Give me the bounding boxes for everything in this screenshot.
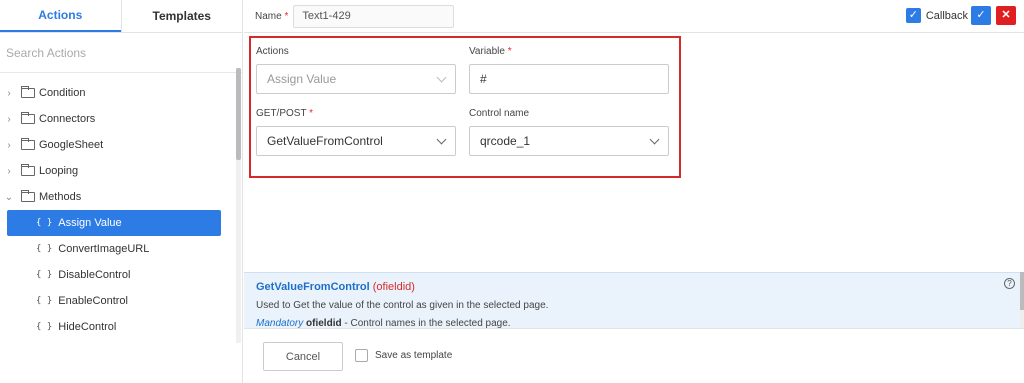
tree-item-label: ConvertImageURL	[58, 243, 150, 255]
code-braces-icon: { }	[36, 296, 53, 306]
code-braces-icon: { }	[36, 322, 53, 332]
search-input[interactable]	[6, 45, 226, 60]
info-scrollbar[interactable]	[1020, 272, 1024, 328]
getpost-select[interactable]: GetValueFromControl	[256, 126, 456, 156]
control-name-label: Control name	[469, 108, 530, 119]
info-method-param: (ofieldid)	[372, 281, 415, 293]
tree-item-disablecontrol[interactable]: { } DisableControl	[0, 262, 236, 288]
tree-item-label: Assign Value	[58, 217, 122, 229]
getpost-label: GET/POST *	[256, 108, 313, 119]
name-label-text: Name	[255, 10, 282, 22]
tree-group-label: Methods	[39, 191, 82, 203]
chevron-down-icon	[436, 134, 447, 145]
required-mark: *	[507, 46, 512, 57]
tree-item-label: HideControl	[58, 321, 117, 333]
save-as-template-toggle[interactable]: Save as template	[355, 349, 452, 362]
chevron-down-icon	[436, 72, 447, 83]
callback-label: Callback	[925, 9, 968, 22]
tree-scrollbar[interactable]	[236, 68, 241, 343]
tree-group-methods[interactable]: ⌄ Methods	[0, 184, 236, 210]
panel-tabs: Actions Templates	[0, 0, 242, 33]
chevron-right-icon: ›	[7, 113, 11, 125]
chevron-right-icon: ›	[7, 139, 11, 151]
tree-group-looping[interactable]: › Looping	[0, 158, 236, 184]
tree-item-convertimageurl[interactable]: { } ConvertImageURL	[0, 236, 236, 262]
tree-group-googlesheet[interactable]: › GoogleSheet	[0, 132, 236, 158]
checkbox-icon[interactable]	[355, 349, 368, 362]
scrollbar-thumb[interactable]	[236, 68, 241, 160]
tree-item-label: DisableControl	[58, 269, 131, 281]
save-as-template-label: Save as template	[375, 350, 453, 361]
footer: Cancel Save as template	[244, 328, 1024, 383]
tree-group-label: Connectors	[39, 113, 96, 125]
code-braces-icon: { }	[36, 270, 53, 280]
folder-icon	[21, 138, 35, 150]
info-method-name: GetValueFromControl	[256, 281, 370, 293]
folder-icon	[21, 112, 35, 124]
code-braces-icon: { }	[36, 244, 53, 254]
top-bar: Name * ✓ Callback ✓ ✕	[244, 0, 1024, 33]
getpost-label-text: GET/POST	[256, 108, 307, 119]
tree-group-label: GoogleSheet	[39, 139, 104, 151]
confirm-button[interactable]: ✓	[971, 6, 991, 25]
required-mark: *	[309, 108, 314, 119]
variable-label-text: Variable	[469, 46, 505, 57]
callback-toggle[interactable]: ✓ Callback	[905, 8, 968, 23]
left-panel: Actions Templates › Condition › Connecto…	[0, 0, 243, 383]
name-input[interactable]	[293, 4, 455, 28]
checkbox-checked-icon[interactable]: ✓	[905, 8, 921, 23]
tab-actions[interactable]: Actions	[0, 0, 121, 32]
action-tree: › Condition › Connectors › GoogleSheet ›…	[0, 80, 236, 340]
chevron-right-icon: ›	[7, 165, 11, 177]
help-icon[interactable]: ?	[1004, 278, 1015, 289]
info-title: GetValueFromControl (ofieldid)	[256, 281, 1020, 293]
help-info-panel: GetValueFromControl (ofieldid) Used to G…	[244, 272, 1020, 329]
chevron-right-icon: ›	[7, 87, 11, 99]
actions-select: Assign Value	[256, 64, 456, 94]
tree-group-label: Looping	[39, 165, 79, 177]
actions-select-value: Assign Value	[267, 72, 337, 86]
info-description: Used to Get the value of the control as …	[256, 300, 549, 311]
search-bar	[0, 33, 242, 73]
code-braces-icon: { }	[36, 218, 53, 228]
name-label: Name *	[255, 11, 288, 22]
scrollbar-thumb[interactable]	[1020, 272, 1024, 310]
folder-icon	[21, 164, 35, 176]
actions-label: Actions	[256, 46, 289, 57]
tree-group-condition[interactable]: › Condition	[0, 80, 236, 106]
chevron-down-icon	[649, 134, 660, 145]
folder-icon	[21, 86, 35, 98]
variable-input[interactable]: #	[469, 64, 669, 94]
highlighted-form-region	[249, 36, 681, 178]
tree-item-enablecontrol[interactable]: { } EnableControl	[0, 288, 236, 314]
chevron-down-icon: ⌄	[4, 191, 14, 203]
control-name-select[interactable]: qrcode_1	[469, 126, 669, 156]
close-button[interactable]: ✕	[996, 6, 1016, 25]
variable-label: Variable *	[469, 46, 512, 57]
variable-input-value: #	[480, 72, 487, 86]
tree-item-hidecontrol[interactable]: { } HideControl	[0, 314, 236, 340]
tab-templates[interactable]: Templates	[120, 0, 243, 32]
cancel-button[interactable]: Cancel	[263, 342, 343, 371]
tree-group-connectors[interactable]: › Connectors	[0, 106, 236, 132]
tree-item-label: EnableControl	[58, 295, 128, 307]
required-mark: *	[284, 10, 289, 22]
control-name-select-value: qrcode_1	[480, 134, 531, 148]
folder-icon	[21, 190, 35, 202]
getpost-select-value: GetValueFromControl	[267, 134, 383, 148]
tree-item-assign-value[interactable]: { } Assign Value	[7, 210, 221, 236]
tree-group-label: Condition	[39, 87, 86, 99]
